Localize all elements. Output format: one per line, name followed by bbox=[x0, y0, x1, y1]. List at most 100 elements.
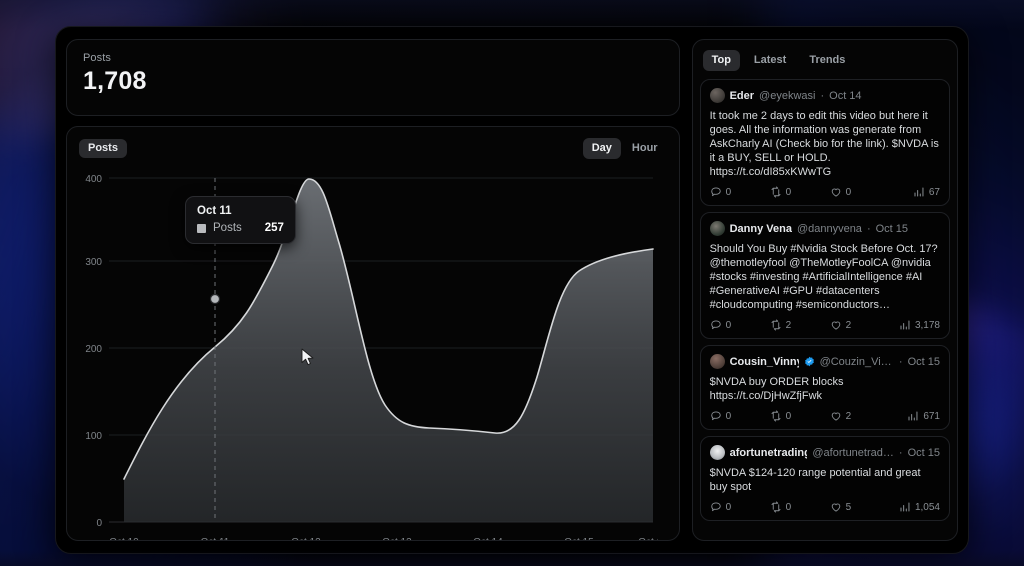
post-separator: · bbox=[899, 447, 903, 459]
avatar[interactable] bbox=[710, 221, 725, 236]
tooltip-series-swatch-icon bbox=[197, 224, 206, 233]
post-reposts-count: 0 bbox=[786, 502, 792, 513]
analytics-left-column: Posts 1,708 Posts Day Hour bbox=[66, 39, 680, 541]
post-author-name[interactable]: Cousin_Vinny bbox=[730, 356, 799, 368]
post-reposts[interactable]: 2 bbox=[770, 319, 830, 331]
reply-icon bbox=[710, 319, 722, 331]
post-likes-count: 5 bbox=[846, 502, 852, 513]
mouse-cursor-icon bbox=[301, 348, 315, 366]
verified-badge-icon bbox=[804, 356, 815, 367]
post-reposts[interactable]: 0 bbox=[770, 501, 830, 513]
screen: Posts 1,708 Posts Day Hour bbox=[0, 0, 1024, 566]
feed-post-item[interactable]: Cousin_Vinny @Couzin_Vinny · Oct 15 $NVD… bbox=[700, 345, 950, 430]
post-reposts[interactable]: 0 bbox=[770, 186, 830, 198]
post-engagement-bar: 0 2 2 bbox=[710, 319, 940, 331]
feed-post-item[interactable]: Eder @eyekwasi · Oct 14 It took me 2 day… bbox=[700, 79, 950, 206]
feed-post-item[interactable]: Danny Vena @dannyvena · Oct 15 Should Yo… bbox=[700, 212, 950, 339]
post-author-name[interactable]: afortunetrading bbox=[730, 447, 808, 459]
feed-post-item[interactable]: afortunetrading @afortunetrading · Oct 1… bbox=[700, 436, 950, 521]
feed-post-list[interactable]: Eder @eyekwasi · Oct 14 It took me 2 day… bbox=[700, 79, 950, 540]
post-likes[interactable]: 0 bbox=[830, 186, 890, 198]
post-date: Oct 15 bbox=[908, 356, 940, 368]
like-icon bbox=[830, 410, 842, 422]
post-text: Should You Buy #Nvidia Stock Before Oct.… bbox=[710, 242, 940, 312]
views-icon bbox=[899, 501, 911, 513]
post-likes-count: 0 bbox=[846, 187, 852, 198]
x-tick-1: Oct 11 bbox=[201, 537, 230, 541]
x-tick-4: Oct 14 bbox=[473, 537, 503, 541]
post-likes[interactable]: 2 bbox=[830, 410, 890, 422]
chart-plot-area[interactable]: 400 300 200 100 0 bbox=[67, 165, 679, 540]
reply-icon bbox=[710, 501, 722, 513]
post-views-count: 3,178 bbox=[915, 320, 940, 331]
feed-tabs: Top Latest Trends bbox=[700, 48, 950, 79]
posts-total-label: Posts bbox=[83, 52, 663, 64]
chart-highlight-point[interactable] bbox=[211, 295, 220, 304]
views-icon bbox=[907, 410, 919, 422]
post-reposts[interactable]: 0 bbox=[770, 410, 830, 422]
post-author-name[interactable]: Eder bbox=[730, 90, 754, 102]
post-replies[interactable]: 0 bbox=[710, 410, 770, 422]
post-likes-count: 2 bbox=[846, 320, 852, 331]
post-views-count: 671 bbox=[923, 411, 940, 422]
posts-total-value: 1,708 bbox=[83, 67, 663, 96]
avatar[interactable] bbox=[710, 354, 725, 369]
post-likes[interactable]: 5 bbox=[830, 501, 890, 513]
post-author-handle[interactable]: @dannyvena bbox=[797, 223, 862, 235]
post-author-handle[interactable]: @afortunetrading bbox=[812, 447, 894, 459]
y-tick-300: 300 bbox=[85, 257, 102, 268]
like-icon bbox=[830, 186, 842, 198]
posts-area-chart[interactable]: 400 300 200 100 0 bbox=[67, 165, 658, 541]
post-views-count: 1,054 bbox=[915, 502, 940, 513]
posts-chart-card: Posts Day Hour bbox=[66, 126, 680, 541]
post-likes[interactable]: 2 bbox=[830, 319, 890, 331]
post-date: Oct 15 bbox=[908, 447, 940, 459]
post-views[interactable]: 1,054 bbox=[899, 501, 940, 513]
chart-x-axis-labels: Oct 10 Oct 11 Oct 12 Oct 13 Oct 14 Oct 1… bbox=[109, 537, 658, 541]
y-tick-200: 200 bbox=[85, 344, 102, 355]
post-likes-count: 2 bbox=[846, 411, 852, 422]
post-header: Danny Vena @dannyvena · Oct 15 bbox=[710, 221, 940, 236]
chart-series-chip[interactable]: Posts bbox=[79, 139, 127, 158]
x-tick-2: Oct 12 bbox=[291, 537, 321, 541]
avatar[interactable] bbox=[710, 88, 725, 103]
post-replies[interactable]: 0 bbox=[710, 501, 770, 513]
post-author-name[interactable]: Danny Vena bbox=[730, 223, 792, 235]
feed-tab-trends[interactable]: Trends bbox=[800, 50, 854, 71]
x-tick-6: Oct 16 bbox=[638, 537, 658, 541]
post-author-handle[interactable]: @Couzin_Vinny bbox=[820, 356, 894, 368]
post-reposts-count: 0 bbox=[786, 411, 792, 422]
views-icon bbox=[899, 319, 911, 331]
chart-y-axis-labels: 400 300 200 100 0 bbox=[85, 174, 102, 529]
post-reposts-count: 2 bbox=[786, 320, 792, 331]
x-tick-5: Oct 15 bbox=[564, 537, 594, 541]
tooltip-series-value: 257 bbox=[249, 222, 284, 234]
y-tick-0: 0 bbox=[96, 518, 102, 529]
repost-icon bbox=[770, 186, 782, 198]
feed-tab-top[interactable]: Top bbox=[703, 50, 740, 71]
post-replies[interactable]: 0 bbox=[710, 319, 770, 331]
post-replies[interactable]: 0 bbox=[710, 186, 770, 198]
post-header: Eder @eyekwasi · Oct 14 bbox=[710, 88, 940, 103]
post-separator: · bbox=[820, 90, 824, 102]
post-header: afortunetrading @afortunetrading · Oct 1… bbox=[710, 445, 940, 460]
feed-tab-latest[interactable]: Latest bbox=[745, 50, 795, 71]
post-views[interactable]: 3,178 bbox=[899, 319, 940, 331]
post-author-handle[interactable]: @eyekwasi bbox=[759, 90, 815, 102]
post-views[interactable]: 67 bbox=[913, 186, 940, 198]
granularity-hour-button[interactable]: Hour bbox=[623, 138, 667, 159]
post-views[interactable]: 671 bbox=[907, 410, 940, 422]
x-tick-0: Oct 10 bbox=[109, 537, 139, 541]
reply-icon bbox=[710, 186, 722, 198]
post-views-count: 67 bbox=[929, 187, 940, 198]
granularity-day-button[interactable]: Day bbox=[583, 138, 621, 159]
post-separator: · bbox=[867, 223, 871, 235]
post-date: Oct 14 bbox=[829, 90, 861, 102]
post-engagement-bar: 0 0 0 bbox=[710, 186, 940, 198]
avatar[interactable] bbox=[710, 445, 725, 460]
post-replies-count: 0 bbox=[726, 502, 732, 513]
x-tick-3: Oct 13 bbox=[382, 537, 412, 541]
social-feed-panel: Top Latest Trends Eder @eyekwasi · Oct 1… bbox=[692, 39, 958, 541]
post-reposts-count: 0 bbox=[786, 187, 792, 198]
repost-icon bbox=[770, 319, 782, 331]
